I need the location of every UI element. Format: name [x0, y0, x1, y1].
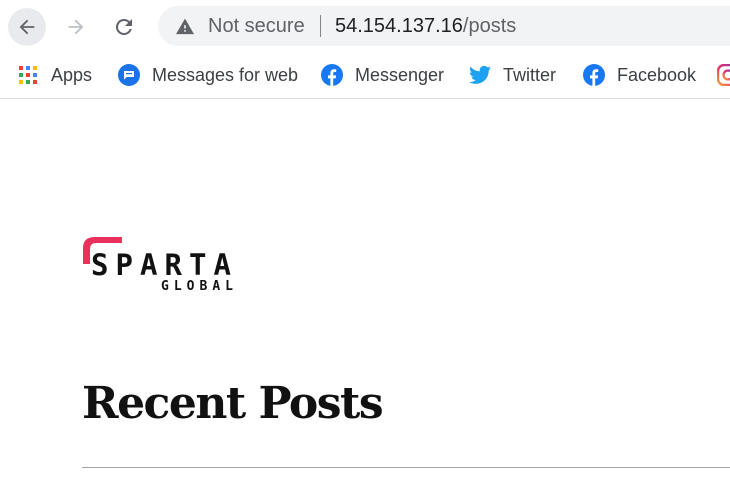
- reload-button[interactable]: [105, 8, 143, 46]
- page-title: Recent Posts: [82, 378, 384, 429]
- address-bar[interactable]: Not secure 54.154.137.16/posts: [158, 6, 730, 46]
- instagram-icon: [717, 64, 730, 86]
- apps-grid-icon: [17, 64, 39, 86]
- bookmark-instagram[interactable]: [717, 62, 730, 88]
- reload-icon: [115, 18, 132, 35]
- warning-icon[interactable]: [175, 17, 195, 35]
- security-status-label[interactable]: Not secure: [208, 15, 305, 38]
- title-divider: [82, 467, 730, 468]
- bookmark-label: Messenger: [355, 64, 445, 85]
- browser-toolbar: Not secure 54.154.137.16/posts: [0, 0, 730, 52]
- sparta-global-logo[interactable]: SPARTA GLOBAL: [82, 234, 234, 297]
- arrow-right-icon: [68, 19, 84, 35]
- twitter-icon: [469, 64, 491, 86]
- messages-icon: [118, 64, 140, 86]
- logo-main-text: SPARTA: [91, 248, 232, 282]
- back-button[interactable]: [8, 8, 46, 46]
- bookmark-label: Messages for web: [152, 64, 299, 85]
- facebook-icon: [583, 64, 605, 86]
- url-host: 54.154.137.16: [335, 15, 463, 37]
- bookmarks-bar: Apps Messages for web Messenger Twitter: [0, 52, 730, 99]
- bookmark-messenger[interactable]: Messenger: [321, 62, 444, 88]
- bookmark-apps[interactable]: Apps: [17, 62, 92, 88]
- arrow-left-icon: [19, 19, 35, 35]
- bookmark-label: Facebook: [617, 64, 697, 85]
- bookmark-messages-for-web[interactable]: Messages for web: [118, 62, 298, 88]
- bookmark-twitter[interactable]: Twitter: [469, 62, 556, 88]
- bookmark-label: Twitter: [503, 64, 557, 85]
- url-text[interactable]: 54.154.137.16/posts: [335, 15, 516, 38]
- forward-button[interactable]: [57, 8, 95, 46]
- facebook-icon: [321, 64, 343, 86]
- bookmark-facebook[interactable]: Facebook: [583, 62, 696, 88]
- url-path: /posts: [462, 15, 517, 37]
- omnibox-divider: [320, 15, 321, 37]
- bookmark-label: Apps: [51, 64, 93, 85]
